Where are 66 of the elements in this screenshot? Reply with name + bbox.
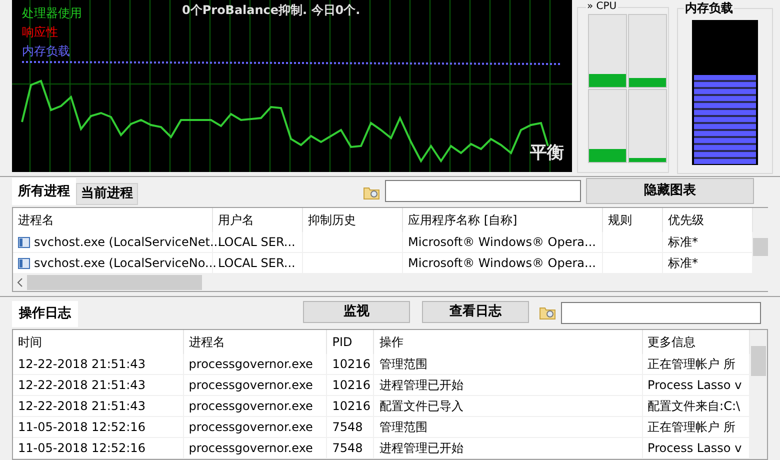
folder-search-icon[interactable] bbox=[363, 185, 381, 202]
table-cell-text: 12-22-2018 21:51:43 bbox=[18, 377, 146, 394]
scroll-thumb[interactable] bbox=[753, 238, 768, 256]
table-cell-text: processgovernor.exe bbox=[188, 398, 313, 415]
table-cell-text: Microsoft® Windows® Opera... bbox=[408, 255, 596, 272]
scroll-thumb[interactable] bbox=[27, 275, 202, 290]
view-log-button[interactable]: 查看日志 bbox=[422, 301, 529, 323]
table-cell-text: 管理范围 bbox=[379, 356, 428, 373]
column-header[interactable]: 进程名 bbox=[13, 208, 213, 232]
table-cell-text: processgovernor.exe bbox=[188, 356, 313, 373]
table-cell-text: 12-22-2018 21:51:43 bbox=[18, 356, 146, 373]
table-cell-text: 标准* bbox=[668, 234, 698, 252]
table-cell-text: processgovernor.exe bbox=[188, 419, 313, 436]
column-header[interactable]: PID bbox=[327, 330, 374, 354]
horizontal-scrollbar[interactable] bbox=[13, 274, 753, 292]
mode-label: 平衡 bbox=[530, 142, 564, 164]
legend-label: 内存负载 bbox=[22, 43, 71, 60]
scroll-left-icon[interactable] bbox=[17, 278, 23, 288]
column-header[interactable]: 进程名 bbox=[184, 330, 328, 354]
table-cell-text: 10216 bbox=[332, 398, 370, 415]
table-cell-text: 配置文件已导入 bbox=[379, 398, 464, 415]
vertical-scrollbar[interactable] bbox=[753, 208, 768, 292]
column-header[interactable]: 规则 bbox=[603, 208, 663, 232]
column-header[interactable]: 时间 bbox=[13, 330, 184, 354]
legend-label: 处理器使用 bbox=[22, 5, 82, 22]
legend-label: 响应性 bbox=[22, 24, 59, 41]
monitor-button[interactable]: 监视 bbox=[303, 301, 410, 323]
search-field[interactable] bbox=[385, 180, 581, 202]
column-header[interactable]: 操作 bbox=[374, 330, 643, 354]
table-cell-text: 7548 bbox=[332, 440, 363, 457]
panel-title: 内存负载 bbox=[684, 1, 734, 15]
table-cell-text: 7548 bbox=[332, 419, 363, 436]
table-cell-text: svchost.exe (LocalServiceNo... bbox=[34, 255, 216, 272]
table-cell-text: Process Lasso v bbox=[648, 377, 742, 394]
vertical-scrollbar[interactable] bbox=[750, 330, 767, 459]
panel-title: » CPU bbox=[586, 1, 618, 12]
table-cell-text: 管理范围 bbox=[379, 419, 428, 436]
table-cell-text: 进程管理已开始 bbox=[379, 440, 464, 457]
table-cell-text: 10216 bbox=[332, 356, 370, 373]
table-cell-text: 11-05-2018 12:52:16 bbox=[18, 419, 146, 436]
table-cell-text: LOCAL SER... bbox=[218, 255, 296, 272]
table-cell-text: 进程管理已开始 bbox=[379, 377, 464, 394]
column-header[interactable]: 应用程序名称 [自称] bbox=[403, 208, 603, 232]
tab[interactable]: 所有进程 bbox=[12, 178, 76, 206]
table-cell-text: processgovernor.exe bbox=[188, 377, 313, 394]
tab[interactable]: 当前进程 bbox=[76, 183, 138, 206]
table-cell-text: 标准* bbox=[668, 255, 698, 272]
table-cell-text: 10216 bbox=[332, 377, 370, 394]
table-cell-text: Microsoft® Windows® Opera... bbox=[408, 234, 596, 252]
table-cell-text: processgovernor.exe bbox=[188, 440, 313, 457]
table-cell-text: 正在管理帐户 所 bbox=[648, 356, 736, 373]
folder-search-icon[interactable] bbox=[539, 305, 557, 321]
table-cell-text: 配置文件来自:C:\ bbox=[648, 398, 740, 415]
table-cell-text: 正在管理帐户 所 bbox=[648, 419, 736, 436]
status-text: 0个ProBalance抑制. 今日0个. bbox=[182, 2, 360, 19]
tab[interactable]: 操作日志 bbox=[12, 301, 78, 327]
window-icon bbox=[18, 258, 30, 269]
table-cell-text: 12-22-2018 21:51:43 bbox=[18, 398, 146, 415]
hide-graph-button[interactable]: 隐藏图表 bbox=[586, 178, 754, 204]
column-header[interactable]: 抑制历史 bbox=[303, 208, 403, 232]
table-cell-text: Process Lasso v bbox=[648, 440, 742, 457]
scroll-thumb[interactable] bbox=[751, 346, 766, 376]
search-field[interactable] bbox=[561, 302, 761, 324]
table-cell-text: 11-05-2018 12:52:16 bbox=[18, 440, 146, 457]
column-header[interactable]: 用户名 bbox=[213, 208, 303, 232]
window-icon bbox=[18, 236, 30, 248]
